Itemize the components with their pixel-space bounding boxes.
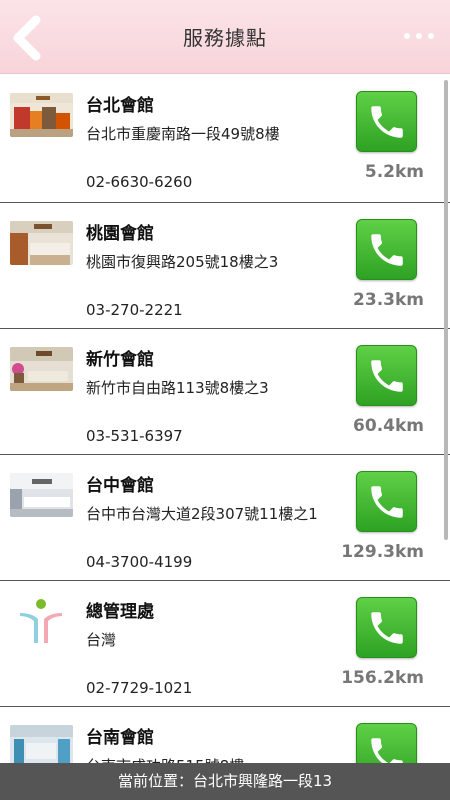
call-button[interactable]	[356, 91, 417, 152]
branch-item-hsinchu[interactable]: 新竹會館 新竹市自由路113號8樓之3 03-531-6397 60.4km	[0, 329, 450, 455]
branch-photo	[10, 221, 73, 265]
branch-distance: 129.3km	[341, 542, 424, 562]
branch-address: 台灣	[86, 631, 117, 649]
branch-distance: 156.2km	[341, 668, 424, 688]
branch-address: 新竹市自由路113號8樓之3	[86, 379, 269, 397]
branch-photo	[10, 347, 73, 391]
branch-photo	[10, 93, 73, 137]
more-dots-icon	[404, 33, 410, 39]
more-options-button[interactable]	[404, 28, 436, 44]
list-scrollbar[interactable]	[444, 80, 448, 540]
branch-name: 總管理處	[86, 602, 154, 622]
branch-name: 桃園會館	[86, 224, 154, 244]
call-button[interactable]	[356, 471, 417, 532]
branch-item-headquarters[interactable]: 總管理處 台灣 02-7729-1021 156.2km	[0, 581, 450, 707]
branch-name: 台北會館	[86, 96, 154, 116]
branch-photo	[10, 725, 73, 763]
branch-name: 新竹會館	[86, 350, 154, 370]
branch-distance: 23.3km	[353, 290, 424, 310]
call-button[interactable]	[356, 597, 417, 658]
branch-phone: 02-7729-1021	[86, 679, 193, 697]
branch-item-tainan[interactable]: 台南會館 台南市成功路515號8樓	[0, 707, 450, 763]
page-title: 服務據點	[183, 26, 267, 50]
branch-name: 台中會館	[86, 476, 154, 496]
branch-phone: 02-6630-6260	[86, 173, 193, 191]
call-button[interactable]	[356, 345, 417, 406]
branch-item-taoyuan[interactable]: 桃園會館 桃園市復興路205號18樓之3 03-270-2221 23.3km	[0, 203, 450, 329]
call-button[interactable]	[356, 219, 417, 280]
branch-name: 台南會館	[86, 728, 154, 748]
top-bar: 服務據點	[0, 0, 450, 74]
branch-phone: 03-531-6397	[86, 427, 183, 445]
phone-icon	[370, 737, 403, 763]
phone-icon	[370, 611, 403, 644]
current-location-bar: 當前位置：台北市興隆路一段13	[0, 763, 450, 800]
call-button[interactable]	[356, 723, 417, 763]
branch-photo	[10, 473, 73, 517]
branch-list: 台北會館 台北市重慶南路一段49號8樓 02-6630-6260 5.2km 桃…	[0, 75, 450, 763]
branch-distance: 5.2km	[364, 162, 424, 182]
branch-address: 台中市台灣大道2段307號11樓之1	[86, 505, 318, 523]
branch-address: 台北市重慶南路一段49號8樓	[86, 125, 280, 143]
phone-icon	[370, 233, 403, 266]
branch-item-taipei[interactable]: 台北會館 台北市重慶南路一段49號8樓 02-6630-6260 5.2km	[0, 75, 450, 203]
branch-distance: 60.4km	[353, 416, 424, 436]
phone-icon	[370, 359, 403, 392]
branch-phone: 04-3700-4199	[86, 553, 193, 571]
branch-address: 台南市成功路515號8樓	[86, 755, 322, 763]
phone-icon	[370, 105, 403, 138]
phone-icon	[370, 485, 403, 518]
branch-phone: 03-270-2221	[86, 301, 183, 319]
branch-item-taichung[interactable]: 台中會館 台中市台灣大道2段307號11樓之1 04-3700-4199 129…	[0, 455, 450, 581]
branch-address: 桃園市復興路205號18樓之3	[86, 253, 279, 271]
company-logo	[10, 599, 73, 643]
